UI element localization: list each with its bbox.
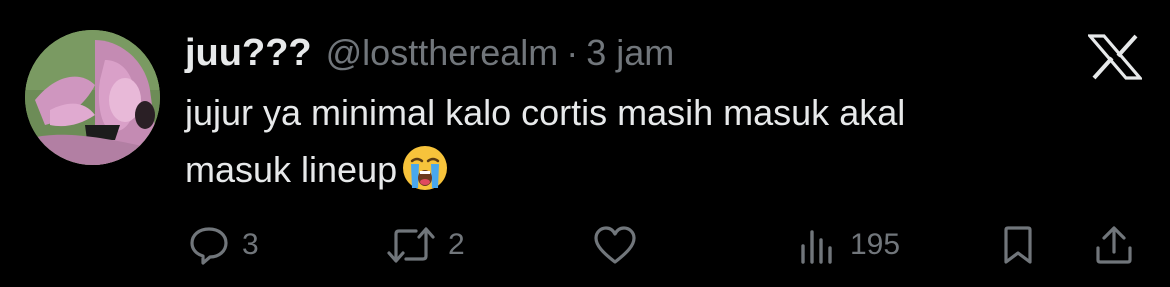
tweet-header: juu??? @losttherealm · 3 jam <box>185 28 674 78</box>
tweet-text: jujur ya minimal kalo cortis masih masuk… <box>185 84 1145 198</box>
bookmark-button[interactable] <box>1000 220 1036 270</box>
views-count: 195 <box>850 228 901 261</box>
heart-icon <box>592 224 638 266</box>
avatar-image <box>25 30 160 165</box>
bookmark-icon <box>1000 224 1036 266</box>
repost-icon <box>386 224 436 266</box>
x-logo-icon[interactable] <box>1086 34 1144 80</box>
timestamp[interactable]: 3 jam <box>586 32 674 74</box>
tweet-text-line: jujur ya minimal kalo cortis masih masuk… <box>185 92 906 133</box>
display-name[interactable]: juu??? <box>185 32 312 75</box>
loudly-crying-face-emoji-icon <box>401 144 449 192</box>
reply-count: 3 <box>242 228 259 261</box>
reply-button[interactable]: 3 <box>188 220 259 270</box>
separator-dot: · <box>566 32 579 73</box>
avatar[interactable] <box>25 30 160 165</box>
tweet-text-line: masuk lineup <box>185 141 1145 198</box>
share-icon <box>1094 224 1134 266</box>
repost-count: 2 <box>448 228 465 261</box>
views-button[interactable]: 195 <box>798 220 900 270</box>
like-button[interactable] <box>592 220 650 270</box>
share-button[interactable] <box>1094 220 1134 270</box>
username-handle[interactable]: @losttherealm <box>326 32 559 74</box>
reply-icon <box>188 224 230 266</box>
repost-button[interactable]: 2 <box>386 220 465 270</box>
action-bar: 3 2 195 <box>0 220 1170 270</box>
tweet-text-line-content: masuk lineup <box>185 149 398 190</box>
views-icon <box>798 224 838 266</box>
